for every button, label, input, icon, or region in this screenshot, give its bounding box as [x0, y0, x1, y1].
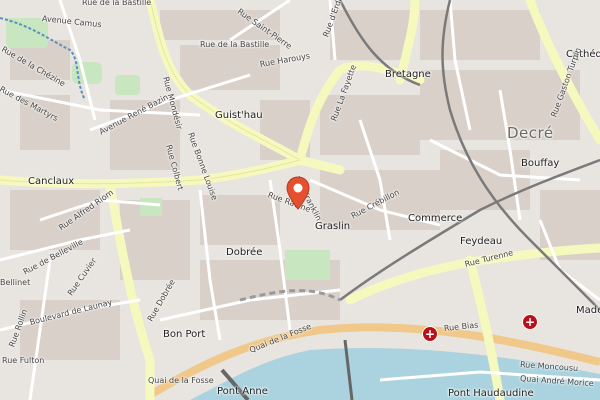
map-view[interactable]: Decré Bretagne Guist'hau Canclaux Grasli… — [0, 0, 600, 400]
place-label: Guist'hau — [215, 110, 263, 121]
street-label: Quai de la Fosse — [148, 376, 214, 385]
place-label: Pont Haudaudine — [448, 388, 534, 399]
place-label: Bouffay — [521, 158, 560, 169]
place-label: Feydeau — [460, 236, 503, 247]
hospital-icon[interactable]: + — [422, 326, 438, 342]
street-label: Rue Fulton — [2, 356, 45, 365]
place-label: Commerce — [408, 213, 463, 224]
place-label: Bon Port — [163, 329, 206, 340]
place-label: Made — [576, 305, 600, 316]
place-label: Graslin — [315, 221, 351, 232]
location-pin-icon[interactable] — [286, 176, 310, 210]
district-label: Decré — [507, 124, 554, 142]
place-label: Dobrée — [226, 247, 263, 258]
place-label: Pont Anne — [217, 386, 268, 397]
place-label: Canclaux — [28, 176, 75, 187]
hospital-icon[interactable]: + — [522, 314, 538, 330]
street-label: Rue de la Bastille — [82, 0, 152, 7]
street-label: Bellinet — [0, 278, 31, 287]
place-label: Bretagne — [385, 69, 431, 80]
street-label: Rue de la Bastille — [200, 40, 270, 49]
